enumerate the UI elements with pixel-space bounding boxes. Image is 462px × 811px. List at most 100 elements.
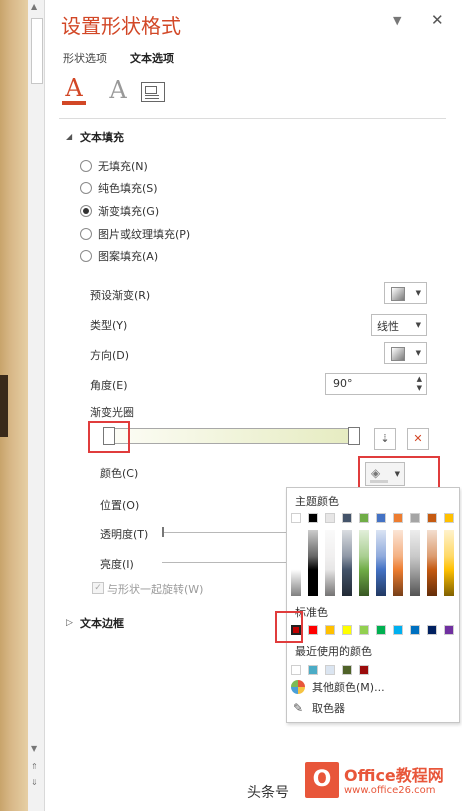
spin-up-icon[interactable]: ▲: [417, 375, 422, 383]
theme-color-swatch[interactable]: [342, 513, 352, 523]
radio-button[interactable]: [80, 160, 92, 172]
scrollbar-thumb[interactable]: [31, 18, 43, 84]
scroll-up-icon[interactable]: ▲: [31, 2, 37, 11]
theme-shade-column[interactable]: [410, 530, 420, 596]
vertical-scrollbar[interactable]: ▲ ▼ ⇑ ⇓: [28, 0, 45, 811]
color-label: 颜色(C): [100, 467, 139, 480]
text-effects-icon[interactable]: A: [104, 76, 132, 108]
theme-color-swatch[interactable]: [393, 513, 403, 523]
type-dropdown[interactable]: 线性 ▼: [371, 314, 427, 336]
theme-shade-column[interactable]: [359, 530, 369, 596]
gradient-stops-bar[interactable]: [106, 428, 360, 444]
recent-color-swatch[interactable]: [359, 665, 369, 675]
radio-button[interactable]: [80, 250, 92, 262]
gradient-direction-icon: [391, 347, 405, 361]
pane-options-icon[interactable]: ▼: [393, 14, 401, 27]
standard-color-swatch[interactable]: [359, 625, 369, 635]
recent-color-swatch[interactable]: [308, 665, 318, 675]
section-title-text-border[interactable]: 文本边框: [80, 615, 124, 631]
preset-gradient-dropdown[interactable]: ▼: [384, 282, 427, 304]
brightness-slider[interactable]: [162, 562, 286, 563]
highlight-box: [88, 421, 130, 453]
position-label: 位置(O): [100, 499, 140, 512]
text-fill-outline-icon[interactable]: A: [60, 76, 88, 108]
theme-color-swatch[interactable]: [427, 513, 437, 523]
scroll-page-up-icon[interactable]: ⇑: [31, 762, 38, 771]
rotate-with-shape-label: 与形状一起旋转(W): [107, 583, 204, 596]
angle-value: 90°: [333, 377, 353, 390]
scroll-page-down-icon[interactable]: ⇓: [31, 778, 38, 787]
collapse-arrow-icon[interactable]: ◢: [66, 132, 72, 141]
theme-shade-column[interactable]: [325, 530, 335, 596]
radio-solid-fill[interactable]: 纯色填充(S): [80, 180, 158, 196]
standard-color-swatch[interactable]: [325, 625, 335, 635]
gradient-stop-right[interactable]: [348, 427, 360, 445]
standard-color-swatch[interactable]: [342, 625, 352, 635]
radio-label: 图案填充(A): [98, 250, 159, 263]
transparency-slider[interactable]: [164, 532, 286, 533]
slide-dark-region: [0, 375, 8, 437]
radio-button[interactable]: [80, 205, 92, 217]
theme-shade-column[interactable]: [291, 530, 301, 596]
theme-color-swatch[interactable]: [410, 513, 420, 523]
standard-color-swatch[interactable]: [427, 625, 437, 635]
radio-button[interactable]: [80, 228, 92, 240]
gradient-stops-label: 渐变光圈: [90, 406, 134, 419]
radio-label: 图片或纹理填充(P): [98, 228, 191, 241]
tab-text-options[interactable]: 文本选项: [130, 50, 174, 66]
add-stop-button[interactable]: ⇣: [374, 428, 396, 450]
radio-button[interactable]: [80, 182, 92, 194]
type-label: 类型(Y): [90, 319, 128, 332]
tab-shape-options[interactable]: 形状选项: [63, 50, 107, 66]
standard-color-swatch[interactable]: [308, 625, 318, 635]
more-colors-label: 其他颜色(M)...: [312, 681, 385, 694]
theme-color-swatch[interactable]: [376, 513, 386, 523]
remove-gradient-stop-icon: ✕: [413, 432, 423, 445]
pane-title: 设置形状格式: [61, 14, 181, 38]
recent-color-swatch[interactable]: [291, 665, 301, 675]
more-colors-item[interactable]: 其他颜色(M)...: [291, 678, 385, 696]
divider: [59, 118, 446, 119]
transparency-label: 透明度(T): [100, 528, 149, 541]
theme-color-swatch[interactable]: [359, 513, 369, 523]
standard-color-swatch[interactable]: [444, 625, 454, 635]
radio-gradient-fill[interactable]: 渐变填充(G): [80, 203, 159, 219]
chevron-down-icon: ▼: [415, 349, 421, 357]
section-title-text-fill[interactable]: 文本填充: [80, 129, 124, 145]
textbox-layout-icon[interactable]: [141, 82, 165, 102]
theme-color-swatch[interactable]: [308, 513, 318, 523]
close-icon[interactable]: ✕: [431, 11, 444, 29]
standard-color-swatch[interactable]: [410, 625, 420, 635]
angle-label: 角度(E): [90, 379, 128, 392]
theme-shade-column[interactable]: [376, 530, 386, 596]
scroll-down-icon[interactable]: ▼: [31, 744, 37, 753]
spin-down-icon[interactable]: ▼: [417, 384, 422, 392]
theme-shade-column[interactable]: [393, 530, 403, 596]
watermark-url: www.office26.com: [344, 785, 436, 796]
eyedropper-item[interactable]: ✎ 取色器: [291, 699, 345, 717]
theme-color-swatch[interactable]: [444, 513, 454, 523]
theme-color-swatch[interactable]: [291, 513, 301, 523]
type-value: 线性: [377, 320, 399, 333]
direction-dropdown[interactable]: ▼: [384, 342, 427, 364]
radio-pattern-fill[interactable]: 图案填充(A): [80, 248, 158, 264]
color-picker-popup: 主题颜色 标准色 最近使用的颜色 其他颜色(M)... ✎ 取色器: [286, 487, 460, 723]
theme-shade-column[interactable]: [427, 530, 437, 596]
theme-shade-column[interactable]: [342, 530, 352, 596]
expand-arrow-icon[interactable]: ▷: [66, 618, 73, 628]
remove-stop-button[interactable]: ✕: [407, 428, 429, 450]
standard-color-swatch[interactable]: [393, 625, 403, 635]
theme-shade-column[interactable]: [308, 530, 318, 596]
standard-color-swatch[interactable]: [376, 625, 386, 635]
theme-color-swatch[interactable]: [325, 513, 335, 523]
angle-spinner[interactable]: 90° ▲ ▼: [325, 373, 427, 395]
radio-picture-fill[interactable]: 图片或纹理填充(P): [80, 226, 190, 242]
eyedropper-label: 取色器: [312, 702, 345, 715]
direction-label: 方向(D): [90, 349, 130, 362]
recent-color-swatch[interactable]: [342, 665, 352, 675]
theme-shade-column[interactable]: [444, 530, 454, 596]
radio-no-fill[interactable]: 无填充(N): [80, 158, 148, 174]
recent-color-swatch[interactable]: [325, 665, 335, 675]
preset-gradient-label: 预设渐变(R): [90, 289, 151, 302]
rotate-with-shape-checkbox[interactable]: ✓: [92, 582, 104, 594]
